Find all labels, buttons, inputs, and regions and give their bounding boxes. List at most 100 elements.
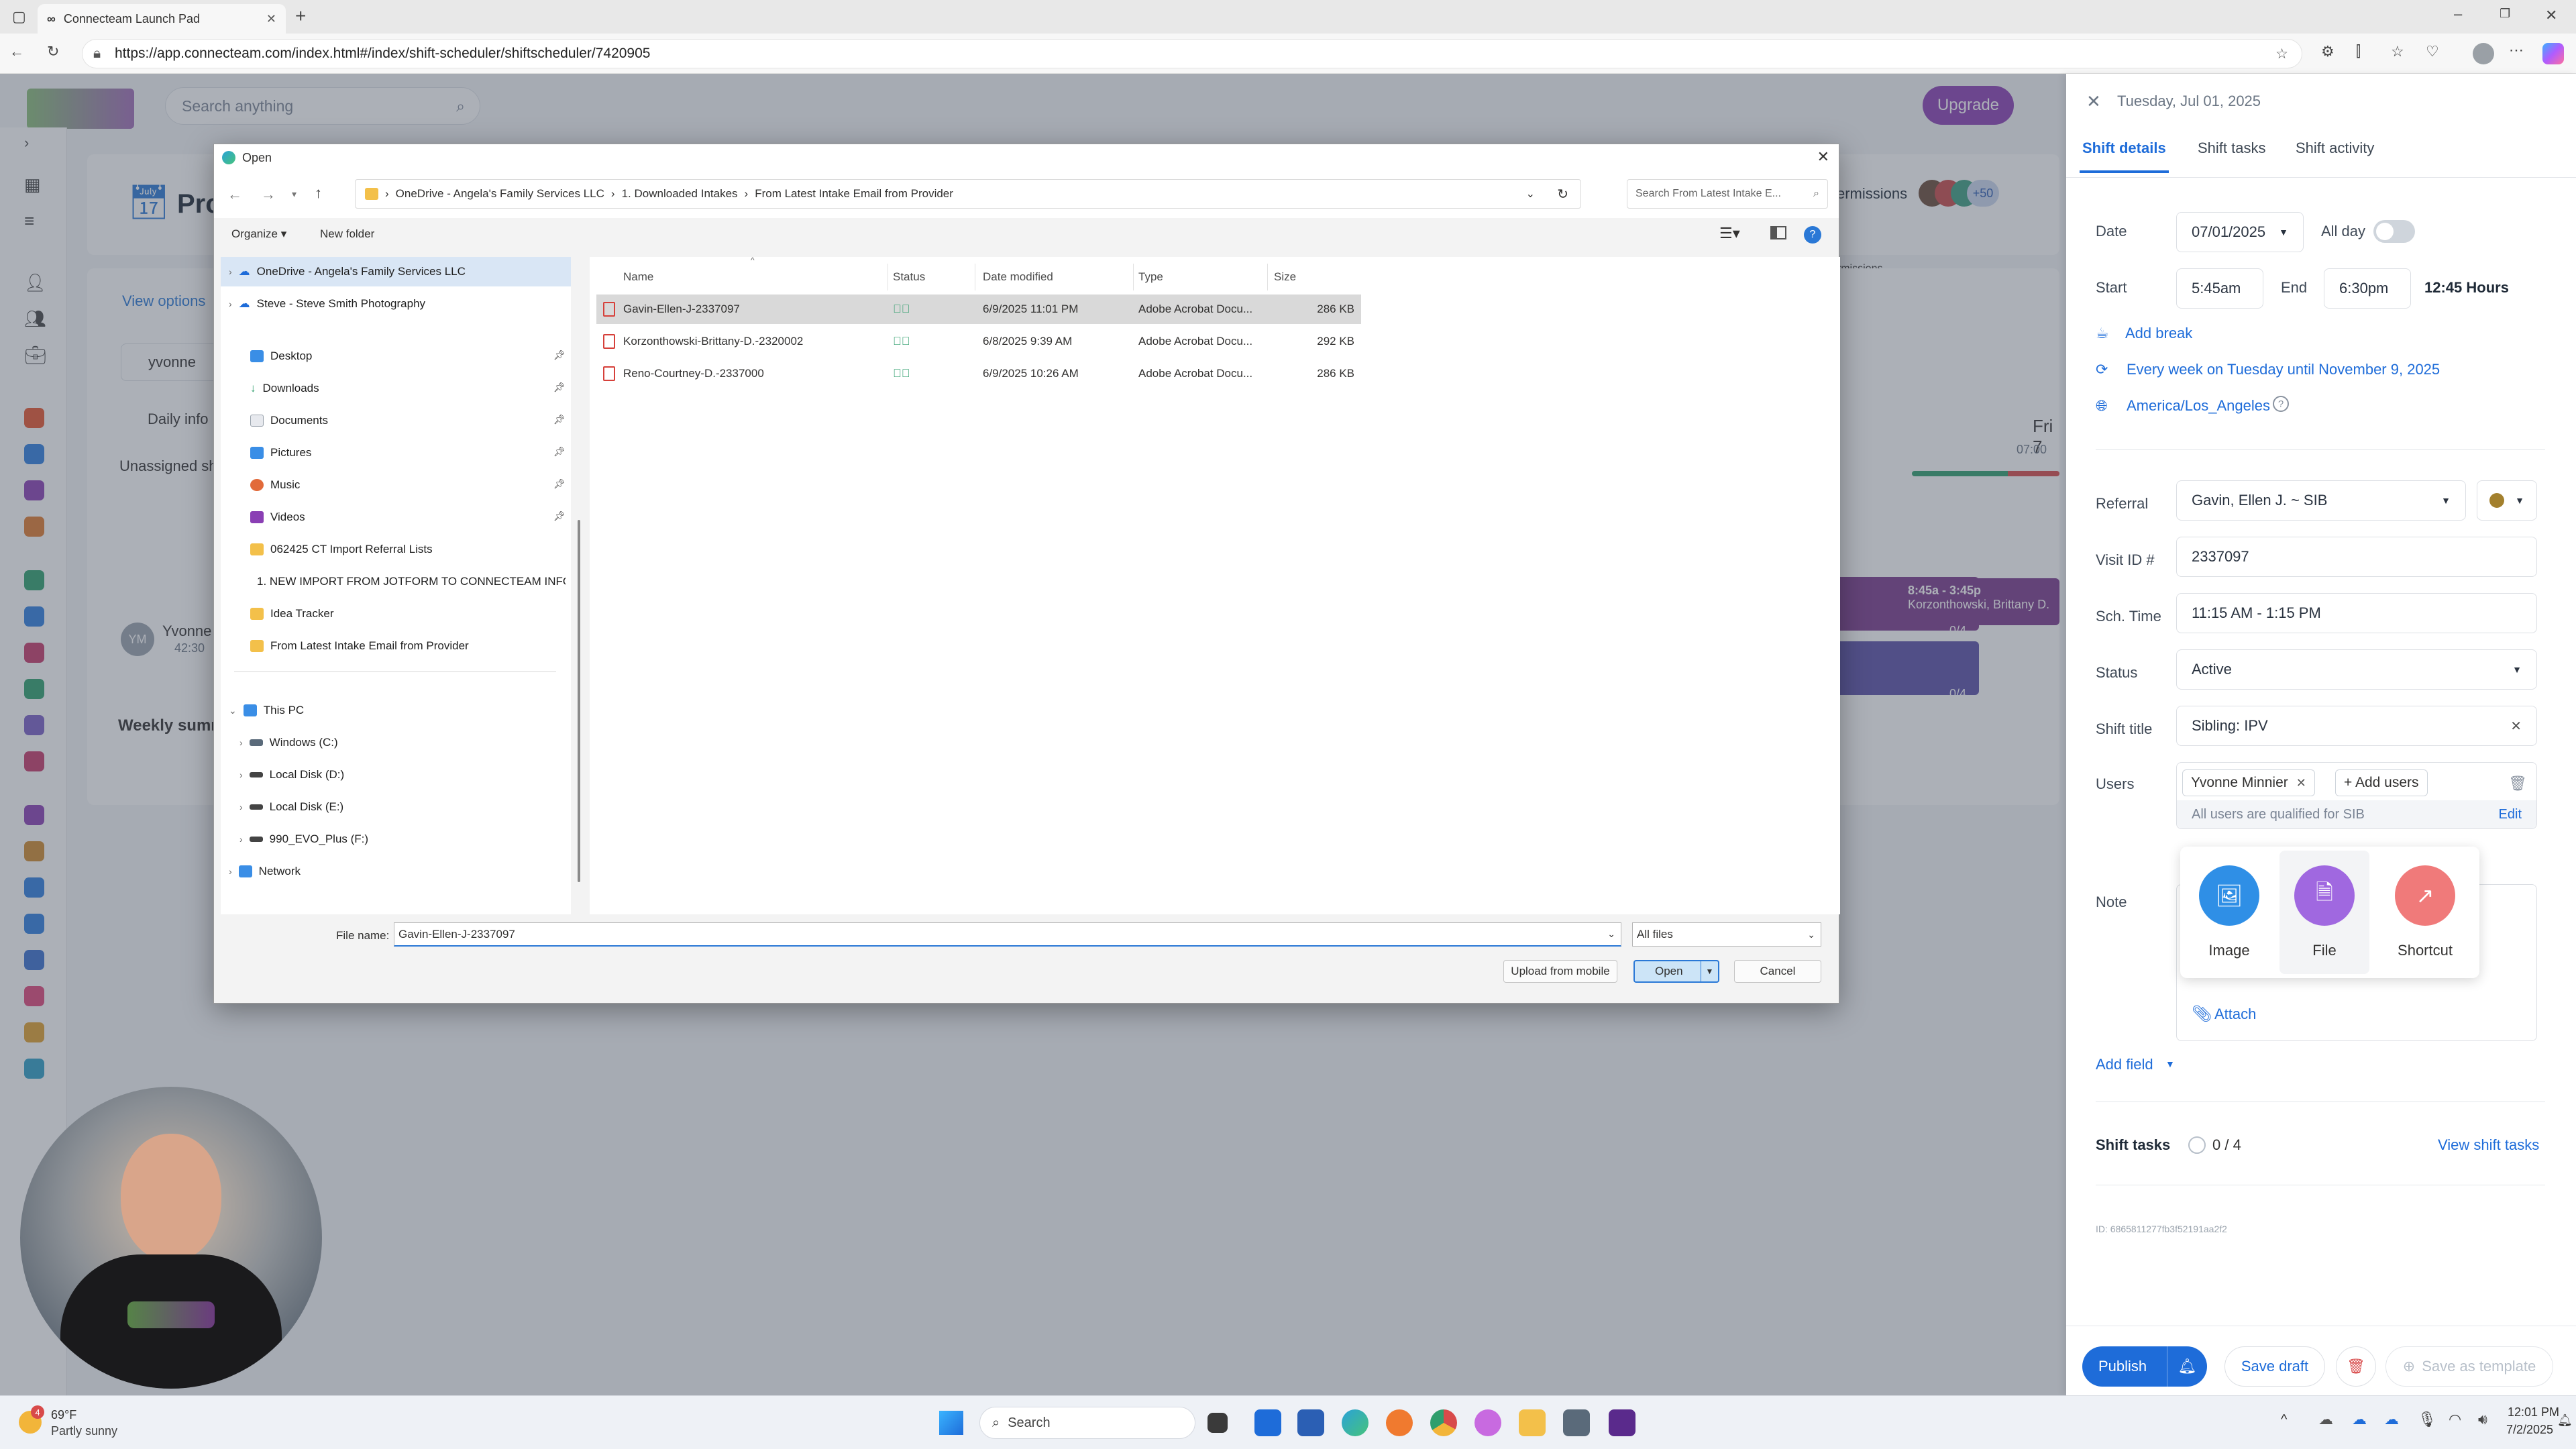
nav-scrollbar[interactable] <box>578 520 580 882</box>
delete-button[interactable]: 🗑︎ <box>2336 1346 2376 1387</box>
end-time-field[interactable]: 6:30pm <box>2324 268 2411 309</box>
pin-icon[interactable]: 📌︎ <box>553 446 566 458</box>
close-icon[interactable]: ✕ <box>2086 91 2101 112</box>
add-users-button[interactable]: + Add users <box>2335 769 2428 796</box>
copilot-icon[interactable] <box>2542 43 2564 64</box>
clear-icon[interactable]: ✕ <box>2510 718 2522 735</box>
nav-item-drive[interactable]: › Local Disk (D:) <box>239 761 344 788</box>
edit-link[interactable]: Edit <box>2499 807 2522 822</box>
chevron-down-icon[interactable]: ⌄ <box>1607 928 1615 940</box>
nav-item-onedrive[interactable]: › ☁ OneDrive - Angela's Family Services … <box>229 258 466 285</box>
wifi-icon[interactable]: ◠ <box>2449 1411 2461 1428</box>
table-row[interactable]: Korzonthowski-Brittany-D.-2320002 ✓⃝ 6/8… <box>596 327 1361 356</box>
collections-icon[interactable]: ♡ <box>2426 43 2439 60</box>
allday-toggle[interactable] <box>2373 220 2415 243</box>
breadcrumb-dropdown-icon[interactable]: ⌄ <box>1526 187 1535 201</box>
new-tab-icon[interactable]: + <box>295 5 306 27</box>
microphone-icon[interactable]: 🎙︎ <box>2418 1411 2436 1428</box>
nav-item-network[interactable]: › Network <box>229 858 301 885</box>
column-header-status[interactable]: Status <box>893 270 925 284</box>
attach-image-option[interactable]: 🖼︎ Image <box>2184 851 2274 974</box>
nav-item-drive[interactable]: › 990_EVO_Plus (F:) <box>239 826 368 853</box>
column-header-name[interactable]: Name <box>623 270 653 284</box>
user-chip[interactable]: Yvonne Minnier ✕ <box>2182 769 2315 796</box>
start-time-field[interactable]: 5:45am <box>2176 268 2263 309</box>
table-row[interactable]: Reno-Courtney-D.-2337000 ✓⃝ 6/9/2025 10:… <box>596 359 1361 388</box>
table-row[interactable]: Gavin-Ellen-J-2337097 ✓⃝ 6/9/2025 11:01 … <box>596 294 1361 324</box>
view-options-icon[interactable]: ☰▾ <box>1719 225 1740 242</box>
sch-time-field[interactable]: 11:15 AM - 1:15 PM <box>2176 593 2537 633</box>
help-icon[interactable]: ? <box>1804 226 1821 244</box>
date-picker[interactable]: 07/01/2025 ▼ <box>2176 212 2304 252</box>
nav-item-music[interactable]: Music <box>250 472 300 498</box>
nav-item-this-pc[interactable]: ⌄ This PC <box>229 697 304 724</box>
onedrive-icon[interactable]: ☁ <box>2384 1411 2399 1428</box>
status-select[interactable]: Active ▼ <box>2176 649 2537 690</box>
help-icon[interactable]: ? <box>2273 396 2289 412</box>
column-header-type[interactable]: Type <box>1138 270 1163 284</box>
clock-time[interactable]: 12:01 PM <box>2508 1405 2559 1419</box>
volume-icon[interactable]: 🔊︎ <box>2478 1411 2487 1428</box>
file-type-filter[interactable]: All files ⌄ <box>1632 922 1821 947</box>
save-template-button[interactable]: ⊕ Save as template <box>2385 1346 2553 1387</box>
recent-dropdown-icon[interactable]: ▾ <box>292 189 297 200</box>
url-field[interactable]: 🔒︎ https://app.connecteam.com/index.html… <box>82 39 2302 68</box>
publish-button[interactable]: Publish 🔔︎ <box>2082 1346 2207 1387</box>
refresh-icon[interactable]: ↻ <box>1557 186 1568 203</box>
new-folder-button[interactable]: New folder <box>320 227 374 241</box>
breadcrumb[interactable]: › OneDrive - Angela's Family Services LL… <box>355 179 1581 209</box>
itunes-icon[interactable] <box>1474 1409 1501 1436</box>
column-header-size[interactable]: Size <box>1274 270 1296 284</box>
notification-bell-icon[interactable]: 🔔︎ <box>2557 1413 2573 1428</box>
nav-item-desktop[interactable]: Desktop <box>250 343 312 370</box>
color-picker[interactable]: ▼ <box>2477 480 2537 521</box>
column-header-date[interactable]: Date modified <box>983 270 1053 284</box>
edge-icon[interactable] <box>1342 1409 1368 1436</box>
back-icon[interactable]: ← <box>227 186 242 203</box>
referral-select[interactable]: Gavin, Ellen J. ~ SIB ▼ <box>2176 480 2466 521</box>
dialog-search-input[interactable]: Search From Latest Intake E... ⌕ <box>1627 179 1828 209</box>
visit-id-field[interactable]: 2337097 <box>2176 537 2537 577</box>
windows-start-icon[interactable] <box>939 1411 963 1435</box>
bell-icon[interactable]: 🔔︎ <box>2167 1346 2207 1387</box>
task-view-icon[interactable] <box>1208 1413 1228 1433</box>
cancel-button[interactable]: Cancel <box>1734 960 1821 983</box>
repeat-link[interactable]: Every week on Tuesday until November 9, … <box>2127 361 2440 378</box>
taskbar-search[interactable]: ⌕ Search <box>979 1407 1195 1439</box>
word-icon[interactable] <box>1297 1409 1324 1436</box>
attach-file-option[interactable]: 🗎 File <box>2279 851 2369 974</box>
profile-avatar[interactable] <box>2473 43 2494 64</box>
browser-tab[interactable]: ∞ Connecteam Launch Pad ✕ <box>38 4 286 34</box>
back-icon[interactable]: ← <box>9 43 24 60</box>
breadcrumb-item[interactable]: From Latest Intake Email from Provider <box>755 187 953 201</box>
refresh-icon[interactable]: ↻ <box>47 43 59 60</box>
minimize-icon[interactable]: – <box>2454 5 2462 23</box>
outlook-icon[interactable] <box>1254 1409 1281 1436</box>
upload-from-mobile-button[interactable]: Upload from mobile <box>1503 960 1617 983</box>
remove-user-icon[interactable]: ✕ <box>2296 776 2306 790</box>
tray-chevron-icon[interactable]: ^ <box>2281 1412 2287 1428</box>
tab-shift-tasks[interactable]: Shift tasks <box>2198 140 2265 157</box>
pin-icon[interactable]: 📌︎ <box>553 511 566 522</box>
tab-close-icon[interactable]: ✕ <box>266 12 276 26</box>
nav-item-drive[interactable]: › Windows (C:) <box>239 729 338 756</box>
pin-icon[interactable]: 📌︎ <box>553 414 566 425</box>
nav-item-folder[interactable]: Idea Tracker <box>250 600 334 627</box>
nav-item-downloads[interactable]: ↓ Downloads <box>250 375 319 402</box>
site-info-icon[interactable]: 🔒︎ <box>93 46 101 62</box>
more-icon[interactable]: ⋯ <box>2509 42 2524 59</box>
view-shift-tasks-link[interactable]: View shift tasks <box>2438 1136 2539 1154</box>
chevron-down-icon[interactable]: ▼ <box>2165 1059 2175 1069</box>
nav-item-documents[interactable]: Documents <box>250 407 328 434</box>
favorites-icon[interactable]: ☆ <box>2391 43 2404 60</box>
trash-icon[interactable]: 🗑︎ <box>2508 775 2527 792</box>
organize-button[interactable]: Organize ▾ <box>231 227 286 241</box>
tab-shift-details[interactable]: Shift details <box>2080 140 2169 173</box>
onedrive-icon[interactable]: ☁ <box>2318 1411 2333 1428</box>
nav-item-folder[interactable]: From Latest Intake Email from Provider <box>250 633 469 659</box>
tab-actions-icon[interactable]: ▢ <box>12 8 26 25</box>
open-button[interactable]: Open ▼ <box>1633 960 1719 983</box>
favorite-star-icon[interactable]: ☆ <box>2275 46 2288 62</box>
preview-pane-icon[interactable] <box>1770 226 1786 239</box>
pin-icon[interactable]: 📌︎ <box>553 350 566 361</box>
